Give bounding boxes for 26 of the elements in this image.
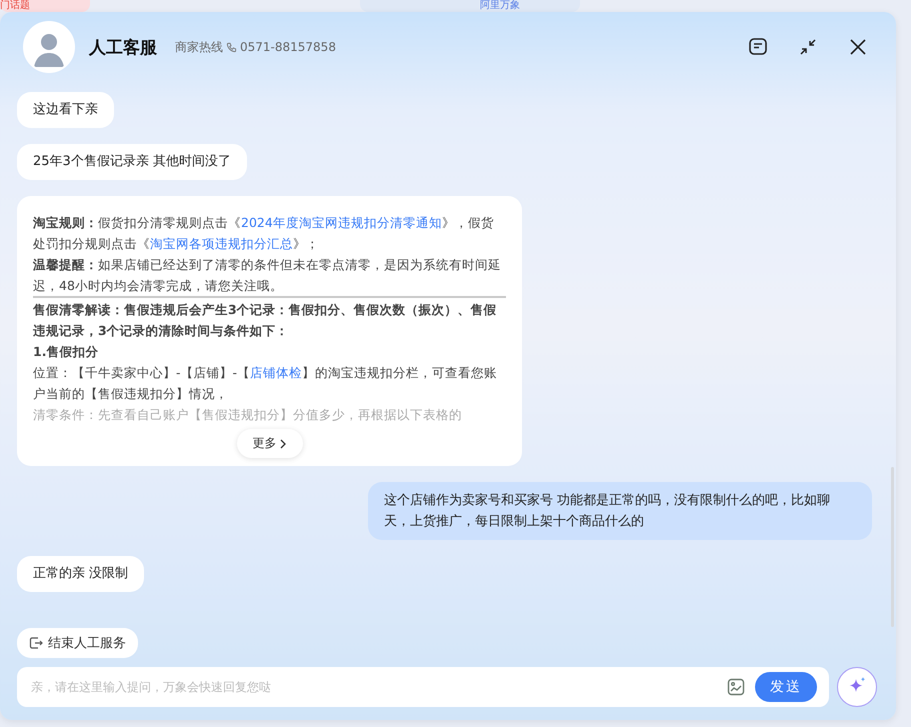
link[interactable]: 2024年度淘宝网违规扣分清零通知 [241,215,442,230]
assistant-button[interactable] [837,667,877,707]
hotline-number: 0571-88157858 [240,40,336,54]
send-button[interactable]: 发送 [755,672,817,702]
user-message: 这个店铺作为卖家号和买家号 功能都是正常的吗，没有限制什么的吧，比如聊天，上货推广，每日限制上架十个商品什么的 [368,482,872,540]
end-service-button[interactable]: 结束人工服务 [17,628,138,658]
chat-title: 人工客服 [89,36,157,58]
message-input-field[interactable]: 亲，请在这里输入提问，万象会快速回复您哒 发送 [17,667,829,707]
agent-message: 25年3个售假记录亲 其他时间没了 [17,144,247,180]
message-paragraph: 1.售假扣分 [33,343,100,361]
phone-icon [226,42,237,52]
more-button[interactable]: 更多 [236,429,302,458]
link[interactable]: 淘宝网各项违规扣分汇总 [150,236,293,251]
chevron-right-icon [278,438,286,448]
message-paragraph: 售假清零解读：售假违规后会产生3个记录：售假扣分、售假次数（振次）、售假违规记录，3个记录的清除时间与条件如下： [33,301,498,340]
link[interactable]: 店铺体检 [250,365,302,380]
message-paragraph: 清零条件：先查看自己账户【售假违规扣分】分值多少，再根据以下表格的 [33,406,463,424]
agent-message: 正常的亲 没限制 [17,556,144,592]
message-paragraph: 位置：【千牛卖家中心】-【店铺】-【店铺体检】的淘宝违规扣分栏，可查看您账户当前的【售假违规扣分】情况， [33,364,498,403]
message-paragraph: 温馨提醒：如果店铺已经达到了清零的条件但未在零点清零，是因为系统有时间延迟，48小时内均会清零完成，请您关注哦。 [33,256,502,295]
image-icon[interactable] [727,678,745,696]
exit-icon [29,636,43,650]
hotline-label: 商家热线 [175,38,223,56]
message-paragraph: 淘宝规则：假货扣分清零规则点击《2024年度淘宝网违规扣分清零通知》，假货处罚扣分规则点击《淘宝网各项违规扣分汇总》； [33,214,495,253]
avatar [23,21,75,73]
agent-message: 这边看下亲 [17,92,114,128]
